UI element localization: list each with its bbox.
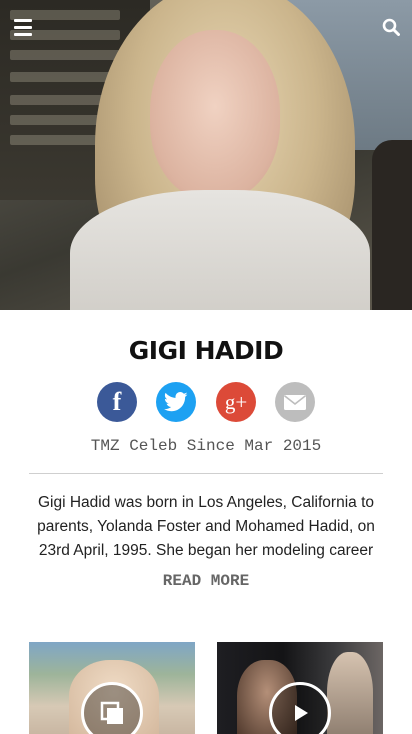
coat	[70, 190, 370, 310]
twitter-share-button[interactable]	[156, 382, 196, 422]
face	[150, 30, 280, 200]
email-icon	[284, 394, 306, 410]
facebook-icon: f	[112, 387, 122, 416]
email-share-button[interactable]	[275, 382, 315, 422]
divider	[29, 473, 383, 474]
celeb-since-text: TMZ Celeb Since Mar 2015	[90, 437, 322, 455]
social-share-bar: f g+	[0, 382, 412, 422]
gallery-thumbnail[interactable]	[29, 642, 195, 734]
background-person	[372, 140, 412, 310]
video-thumbnail[interactable]	[217, 642, 383, 734]
hamburger-menu-icon[interactable]	[10, 14, 36, 40]
search-icon[interactable]	[378, 14, 404, 40]
celeb-name: GIGI HADID	[128, 336, 284, 365]
play-icon	[269, 682, 331, 734]
bio-text: Gigi Hadid was born in Los Angeles, Cali…	[37, 494, 375, 559]
google-plus-share-button[interactable]: g+	[216, 382, 256, 422]
google-plus-icon: g+	[224, 389, 248, 414]
twitter-icon	[164, 392, 188, 412]
facebook-share-button[interactable]: f	[97, 382, 137, 422]
read-more-link[interactable]: READ MORE	[0, 572, 412, 590]
hero-image	[0, 0, 412, 310]
